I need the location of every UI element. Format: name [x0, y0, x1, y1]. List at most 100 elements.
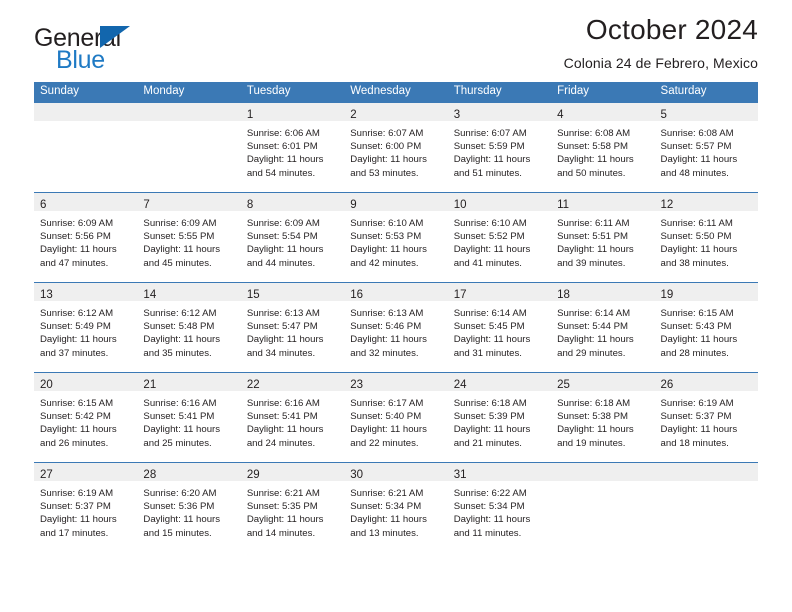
sunset-time: Sunset: 5:41 PM	[246, 411, 318, 423]
calendar-day-cell[interactable]: 15 Sunrise: 6:13 AM Sunset: 5:47 PM Dayligh…	[240, 283, 345, 372]
calendar-day-cell[interactable]: 30 Sunrise: 6:21 AM Sunset: 5:34 PM Dayligh…	[344, 463, 448, 552]
sunrise-time: Sunrise: 6:12 AM	[40, 308, 114, 319]
day-number-band: 10	[447, 193, 552, 211]
daylight-duration-line1: Daylight: 11 hours	[453, 514, 531, 526]
calendar-day-cell[interactable]: 27 Sunrise: 6:19 AM Sunset: 5:37 PM Dayligh…	[34, 463, 138, 552]
daylight-duration-line1: Daylight: 11 hours	[143, 244, 221, 256]
daylight-duration-line2: and 45 minutes.	[143, 257, 212, 269]
day-number-band: 8	[240, 193, 345, 211]
day-number-band: 3	[447, 103, 552, 121]
calendar-day-cell[interactable]: 13 Sunrise: 6:12 AM Sunset: 5:49 PM Dayligh…	[34, 283, 138, 372]
day-details	[137, 121, 240, 127]
day-number-band: 23	[344, 373, 448, 391]
calendar-week-row: 1 Sunrise: 6:06 AM Sunset: 6:01 PM Daylight…	[34, 103, 758, 192]
day-details: Sunrise: 6:21 AM Sunset: 5:34 PM Daylight:…	[344, 481, 447, 540]
sunrise-time: Sunrise: 6:15 AM	[660, 308, 734, 319]
sunrise-time: Sunrise: 6:14 AM	[557, 308, 631, 319]
calendar-day-cell[interactable]: 3 Sunrise: 6:07 AM Sunset: 5:59 PM Daylight…	[447, 103, 552, 192]
day-number: 27	[40, 469, 53, 481]
day-details: Sunrise: 6:11 AM Sunset: 5:51 PM Daylight:…	[551, 211, 654, 270]
daylight-duration-line1: Daylight: 11 hours	[660, 334, 738, 346]
day-details: Sunrise: 6:20 AM Sunset: 5:36 PM Daylight:…	[137, 481, 240, 540]
day-number-band: 4	[551, 103, 655, 121]
day-number-band: 19	[654, 283, 758, 301]
calendar-day-cell[interactable]: 22 Sunrise: 6:16 AM Sunset: 5:41 PM Dayligh…	[240, 373, 345, 462]
calendar-day-cell[interactable]: 18 Sunrise: 6:14 AM Sunset: 5:44 PM Dayligh…	[551, 283, 655, 372]
calendar-day-cell[interactable]: 17 Sunrise: 6:14 AM Sunset: 5:45 PM Dayligh…	[447, 283, 552, 372]
calendar-day-cell[interactable]: 10 Sunrise: 6:10 AM Sunset: 5:52 PM Dayligh…	[447, 193, 552, 282]
daylight-duration-line2: and 51 minutes.	[453, 167, 522, 179]
calendar-day-cell[interactable]: 19 Sunrise: 6:15 AM Sunset: 5:43 PM Dayligh…	[654, 283, 758, 372]
sunset-time: Sunset: 5:49 PM	[40, 321, 111, 333]
calendar-day-cell[interactable]: 6 Sunrise: 6:09 AM Sunset: 5:56 PM Daylight…	[34, 193, 138, 282]
daylight-duration-line1: Daylight: 11 hours	[350, 334, 427, 346]
calendar-day-cell[interactable]: 26 Sunrise: 6:19 AM Sunset: 5:37 PM Dayligh…	[654, 373, 758, 462]
day-number-band: 16	[344, 283, 448, 301]
sunset-time: Sunset: 5:53 PM	[350, 231, 422, 243]
calendar-day-cell[interactable]: 20 Sunrise: 6:15 AM Sunset: 5:42 PM Dayligh…	[34, 373, 138, 462]
sunset-time: Sunset: 5:59 PM	[453, 141, 525, 153]
day-number-band: 28	[137, 463, 241, 481]
daylight-duration-line1: Daylight: 11 hours	[40, 424, 117, 436]
sunset-time: Sunset: 5:34 PM	[350, 501, 422, 513]
general-blue-logo[interactable]: General Blue	[34, 24, 224, 74]
calendar-day-cell[interactable]: 23 Sunrise: 6:17 AM Sunset: 5:40 PM Dayligh…	[344, 373, 448, 462]
calendar-day-cell-empty	[551, 463, 655, 552]
day-number: 24	[453, 379, 467, 391]
calendar-day-cell[interactable]: 5 Sunrise: 6:08 AM Sunset: 5:57 PM Daylight…	[654, 103, 758, 192]
calendar-day-cell[interactable]: 2 Sunrise: 6:07 AM Sunset: 6:00 PM Daylight…	[344, 103, 448, 192]
daylight-duration-line1: Daylight: 11 hours	[246, 244, 324, 256]
calendar-day-cell[interactable]: 12 Sunrise: 6:11 AM Sunset: 5:50 PM Dayligh…	[654, 193, 758, 282]
sunset-time: Sunset: 5:45 PM	[453, 321, 525, 333]
daylight-duration-line1: Daylight: 11 hours	[40, 244, 117, 256]
sunrise-time: Sunrise: 6:08 AM	[660, 128, 734, 139]
calendar-week-row: 6 Sunrise: 6:09 AM Sunset: 5:56 PM Daylight…	[34, 192, 758, 282]
calendar-day-cell[interactable]: 28 Sunrise: 6:20 AM Sunset: 5:36 PM Dayligh…	[137, 463, 241, 552]
calendar-day-cell[interactable]: 31 Sunrise: 6:22 AM Sunset: 5:34 PM Dayligh…	[447, 463, 552, 552]
calendar-day-cell[interactable]: 4 Sunrise: 6:08 AM Sunset: 5:58 PM Daylight…	[551, 103, 655, 192]
calendar-day-cell[interactable]: 21 Sunrise: 6:16 AM Sunset: 5:41 PM Dayligh…	[137, 373, 241, 462]
day-details: Sunrise: 6:12 AM Sunset: 5:49 PM Daylight:…	[34, 301, 137, 360]
daylight-duration-line2: and 17 minutes.	[40, 527, 109, 539]
calendar-day-cell[interactable]: 7 Sunrise: 6:09 AM Sunset: 5:55 PM Daylight…	[137, 193, 241, 282]
day-number-band: 6	[34, 193, 138, 211]
calendar-day-cell[interactable]: 14 Sunrise: 6:12 AM Sunset: 5:48 PM Dayligh…	[137, 283, 241, 372]
calendar-day-cell[interactable]: 25 Sunrise: 6:18 AM Sunset: 5:38 PM Dayligh…	[551, 373, 655, 462]
sunset-time: Sunset: 5:39 PM	[453, 411, 525, 423]
sunset-time: Sunset: 5:35 PM	[246, 501, 318, 513]
daylight-duration-line1: Daylight: 11 hours	[453, 334, 531, 346]
day-details: Sunrise: 6:18 AM Sunset: 5:39 PM Daylight:…	[448, 391, 551, 450]
triangle-flag-icon	[100, 26, 130, 48]
day-number: 29	[246, 469, 260, 481]
calendar-day-cell[interactable]: 11 Sunrise: 6:11 AM Sunset: 5:51 PM Dayligh…	[551, 193, 655, 282]
daylight-duration-line1: Daylight: 11 hours	[557, 424, 634, 436]
sunset-time: Sunset: 5:41 PM	[143, 411, 215, 423]
daylight-duration-line1: Daylight: 11 hours	[453, 424, 531, 436]
sunset-time: Sunset: 5:43 PM	[660, 321, 732, 333]
day-number: 26	[660, 379, 674, 391]
calendar-day-cell[interactable]: 1 Sunrise: 6:06 AM Sunset: 6:01 PM Daylight…	[240, 103, 345, 192]
sunrise-time: Sunrise: 6:12 AM	[143, 308, 217, 319]
day-number-band: 9	[344, 193, 448, 211]
sunrise-time: Sunrise: 6:09 AM	[246, 218, 320, 229]
daylight-duration-line1: Daylight: 11 hours	[350, 154, 427, 166]
calendar-day-cell[interactable]: 8 Sunrise: 6:09 AM Sunset: 5:54 PM Daylight…	[240, 193, 345, 282]
daylight-duration-line2: and 48 minutes.	[660, 167, 729, 179]
day-details: Sunrise: 6:08 AM Sunset: 5:57 PM Daylight:…	[655, 121, 758, 180]
sunset-time: Sunset: 5:50 PM	[660, 231, 732, 243]
daylight-duration-line2: and 37 minutes.	[40, 347, 109, 359]
day-number-band: 15	[240, 283, 345, 301]
day-number: 2	[350, 109, 357, 121]
sunset-time: Sunset: 5:48 PM	[143, 321, 215, 333]
calendar-day-cell[interactable]: 24 Sunrise: 6:18 AM Sunset: 5:39 PM Dayligh…	[447, 373, 552, 462]
sunrise-time: Sunrise: 6:06 AM	[246, 128, 320, 139]
calendar-day-cell[interactable]: 29 Sunrise: 6:21 AM Sunset: 5:35 PM Dayligh…	[240, 463, 345, 552]
daylight-duration-line2: and 39 minutes.	[557, 257, 626, 269]
calendar-day-cell[interactable]: 16 Sunrise: 6:13 AM Sunset: 5:46 PM Dayligh…	[344, 283, 448, 372]
day-number: 25	[557, 379, 570, 391]
logo-text-blue: Blue	[56, 46, 105, 74]
daylight-duration-line2: and 54 minutes.	[246, 167, 316, 179]
day-details: Sunrise: 6:14 AM Sunset: 5:44 PM Daylight:…	[551, 301, 654, 360]
sunrise-time: Sunrise: 6:16 AM	[246, 398, 320, 409]
calendar-day-cell[interactable]: 9 Sunrise: 6:10 AM Sunset: 5:53 PM Daylight…	[344, 193, 448, 282]
